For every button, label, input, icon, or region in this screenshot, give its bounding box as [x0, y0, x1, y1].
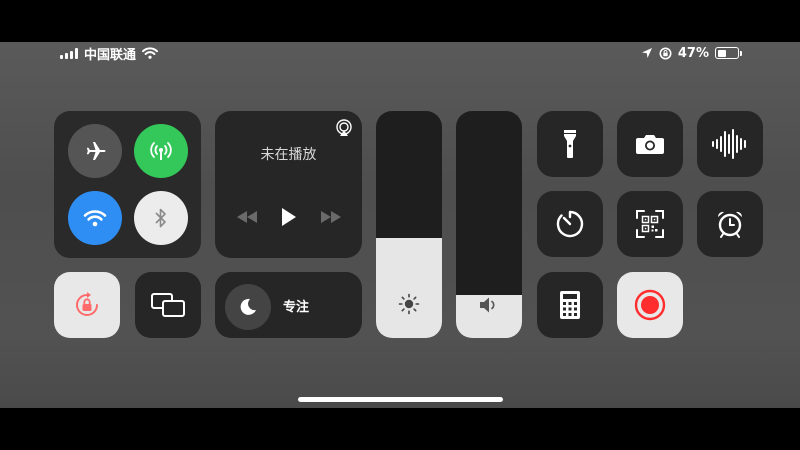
- screen-mirroring-button[interactable]: [135, 272, 201, 338]
- home-indicator[interactable]: [298, 397, 503, 402]
- voice-memo-button[interactable]: [697, 111, 763, 177]
- rotation-lock-toggle[interactable]: [54, 272, 120, 338]
- letterbox-top: [0, 0, 800, 42]
- status-bar-right: 47%: [641, 44, 742, 62]
- brightness-slider[interactable]: [376, 111, 442, 338]
- bluetooth-toggle[interactable]: [134, 191, 188, 245]
- rewind-icon[interactable]: [236, 211, 257, 223]
- fast-forward-icon[interactable]: [320, 211, 341, 223]
- waveform-icon: [712, 129, 746, 159]
- wifi-toggle[interactable]: [68, 191, 122, 245]
- bluetooth-icon: [155, 208, 166, 228]
- qr-scanner-button[interactable]: [617, 191, 683, 257]
- media-title: 未在播放: [260, 147, 317, 163]
- focus-label: 专注: [283, 300, 310, 315]
- location-icon: [641, 48, 652, 58]
- screen-mirroring-icon: [151, 293, 185, 317]
- airplane-icon: [86, 142, 106, 160]
- now-playing-module[interactable]: 未在播放: [215, 111, 362, 258]
- cellular-signal-icon: [60, 47, 78, 59]
- moon-icon: [240, 298, 256, 315]
- flashlight-button[interactable]: [537, 111, 603, 177]
- alarm-button[interactable]: [697, 191, 763, 257]
- record-icon: [634, 289, 666, 321]
- letterbox-bottom: [0, 408, 800, 450]
- wifi-status-icon: [142, 47, 159, 59]
- focus-moon-circle: [225, 284, 271, 330]
- wifi-icon: [83, 210, 107, 227]
- speaker-icon: [480, 297, 495, 313]
- antenna-icon: [150, 142, 172, 160]
- battery-percent: 47%: [677, 45, 709, 61]
- carrier-name: 中国联通: [84, 47, 137, 63]
- play-icon[interactable]: [281, 207, 297, 227]
- rotation-lock-status-icon: [659, 47, 672, 59]
- qr-code-icon: [636, 210, 664, 238]
- alarm-clock-icon: [717, 211, 743, 238]
- flashlight-icon: [564, 130, 576, 158]
- connectivity-module: [54, 111, 201, 258]
- camera-button[interactable]: [617, 111, 683, 177]
- timer-icon: [556, 210, 584, 238]
- calculator-button[interactable]: [537, 272, 603, 338]
- camera-icon: [636, 135, 664, 154]
- screen-record-button[interactable]: [617, 272, 683, 338]
- airplane-mode-toggle[interactable]: [68, 124, 122, 178]
- cellular-data-toggle[interactable]: [134, 124, 188, 178]
- media-controls: [215, 207, 362, 227]
- volume-slider[interactable]: [456, 111, 522, 338]
- brightness-level: [376, 238, 442, 338]
- focus-button[interactable]: 专注: [215, 272, 362, 338]
- airplay-icon[interactable]: [335, 119, 353, 137]
- sun-icon: [398, 293, 420, 315]
- battery-icon: [715, 47, 742, 59]
- calculator-icon: [560, 291, 580, 319]
- timer-button[interactable]: [537, 191, 603, 257]
- rotation-lock-icon: [76, 292, 98, 316]
- status-bar-left: 中国联通: [60, 44, 159, 63]
